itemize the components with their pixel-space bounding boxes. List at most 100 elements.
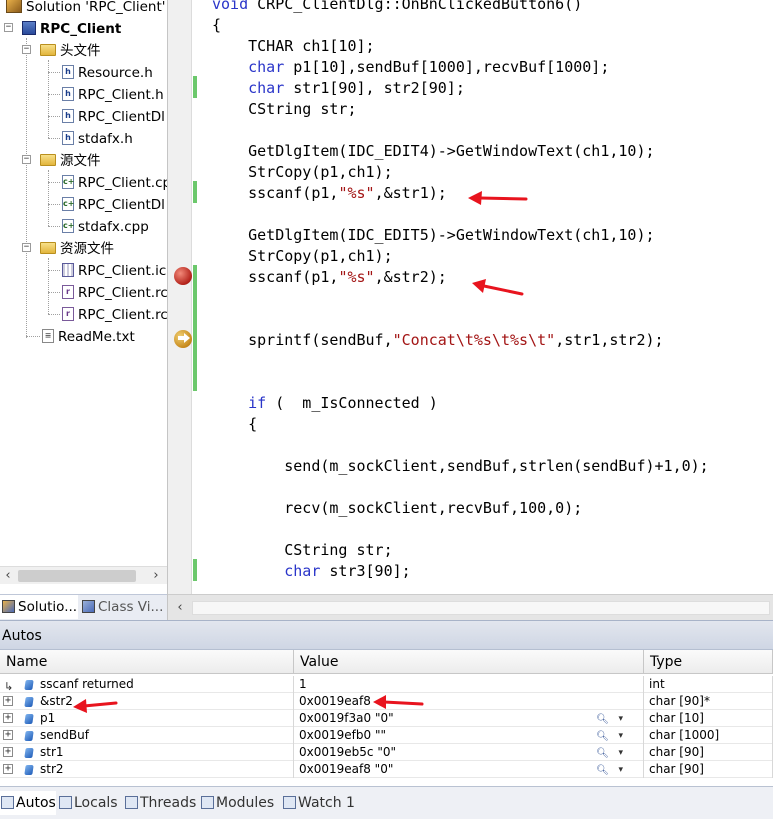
collapse-toggle-icon[interactable]: −	[22, 243, 31, 252]
autos-row[interactable]: + str2 0x0019eaf8 "0" 🔍︎ ▾ char [90]	[0, 761, 773, 778]
code-line[interactable]: send(m_sockClient,sendBuf,strlen(sendBuf…	[212, 456, 708, 477]
tab-locals[interactable]: Locals	[58, 791, 118, 815]
autos-cell-value[interactable]: 0x0019f3a0 "0" 🔍︎ ▾	[294, 710, 644, 727]
code-line[interactable]: GetDlgItem(IDC_EDIT4)->GetWindowText(ch1…	[212, 141, 654, 162]
code-line[interactable]: sscanf(p1,"%s",&str2);	[212, 267, 447, 288]
scroll-left-icon[interactable]: ‹	[0, 567, 16, 585]
text-visualizer-icon[interactable]: 🔍︎	[596, 762, 609, 778]
autos-row[interactable]: ↳ sscanf returned 1 int	[0, 676, 773, 693]
column-header-type[interactable]: Type	[644, 650, 773, 674]
scrollbar-thumb[interactable]	[192, 601, 770, 615]
code-line[interactable]: char str1[90], str2[90];	[212, 78, 465, 99]
code-line[interactable]: if ( m_IsConnected )	[212, 393, 438, 414]
tree-item-label: RPC_Client.cp	[78, 175, 168, 191]
expand-icon[interactable]: +	[3, 764, 13, 774]
tab-class-view[interactable]: Class Vi...	[80, 595, 166, 619]
tree-item-file[interactable]: h RPC_ClientDl	[62, 106, 165, 128]
code-line[interactable]: sprintf(sendBuf,"Concat\t%s\t%s\t",str1,…	[212, 330, 663, 351]
visualizer-dropdown-icon[interactable]: ▾	[618, 711, 623, 727]
variable-value: 0x0019eaf8	[299, 694, 371, 708]
tree-item-project[interactable]: RPC_Client	[22, 18, 121, 40]
code-line[interactable]: char p1[10],sendBuf[1000],recvBuf[1000];	[212, 57, 609, 78]
autos-cell-value[interactable]: 0x0019eaf8 "0" 🔍︎ ▾	[294, 761, 644, 778]
variable-value: 0x0019eaf8 "0"	[299, 762, 394, 776]
tab-solution-explorer[interactable]: Solutio...	[0, 595, 78, 619]
tab-modules[interactable]: Modules	[200, 791, 280, 815]
autos-cell-value[interactable]: 0x0019eaf8	[294, 693, 644, 710]
expand-icon[interactable]: +	[3, 747, 13, 757]
code-line[interactable]: sscanf(p1,"%s",&str1);	[212, 183, 447, 204]
expand-icon[interactable]: +	[3, 696, 13, 706]
code-line[interactable]: void CRPC_ClientDlg::OnBnClickedButton6(…	[212, 0, 582, 15]
code-line[interactable]: {	[212, 414, 257, 435]
autos-cell-type: int	[644, 676, 773, 693]
code-text: StrCopy(p1,ch1);	[212, 163, 393, 181]
scroll-right-icon[interactable]: ›	[148, 567, 164, 585]
tree-item-file[interactable]: c+ stdafx.cpp	[62, 216, 149, 238]
tree-item-file[interactable]: h Resource.h	[62, 62, 153, 84]
autos-cell-value[interactable]: 0x0019eb5c "0" 🔍︎ ▾	[294, 744, 644, 761]
tree-item-file[interactable]: h RPC_Client.h	[62, 84, 164, 106]
tree-item-file[interactable]: r RPC_Client.rc	[62, 304, 167, 326]
autos-cell-value[interactable]: 0x0019efb0 "" 🔍︎ ▾	[294, 727, 644, 744]
code-line[interactable]: CString str;	[212, 99, 356, 120]
code-line[interactable]: TCHAR ch1[10];	[212, 36, 374, 57]
tree-item-source-folder[interactable]: 源文件	[40, 150, 101, 172]
autos-cell-value[interactable]: 1	[294, 676, 644, 693]
expand-icon[interactable]: +	[3, 730, 13, 740]
autos-row[interactable]: + sendBuf 0x0019efb0 "" 🔍︎ ▾ char [1000]	[0, 727, 773, 744]
header-file-icon: h	[62, 109, 74, 123]
solution-explorer-tab-icon	[2, 600, 15, 613]
autos-row[interactable]: + str1 0x0019eb5c "0" 🔍︎ ▾ char [90]	[0, 744, 773, 761]
code-line[interactable]: StrCopy(p1,ch1);	[212, 162, 393, 183]
text-visualizer-icon[interactable]: 🔍︎	[596, 745, 609, 761]
code-text: ,&str2);	[374, 268, 447, 286]
tree-item-label: RPC_Client	[40, 21, 122, 37]
expand-icon[interactable]: +	[3, 713, 13, 723]
breakpoint-icon[interactable]	[174, 267, 192, 285]
tree-item-file[interactable]: c+ RPC_ClientDl	[62, 194, 165, 216]
horizontal-scrollbar[interactable]: ‹ ›	[0, 566, 167, 585]
code-line[interactable]: StrCopy(p1,ch1);	[212, 246, 393, 267]
variable-name: sscanf returned	[40, 677, 134, 691]
text-visualizer-icon[interactable]: 🔍︎	[596, 711, 609, 727]
tree-item-file[interactable]: r RPC_Client.rc	[62, 282, 167, 304]
visualizer-dropdown-icon[interactable]: ▾	[618, 762, 623, 778]
variable-value: 0x0019eb5c "0"	[299, 745, 396, 759]
variable-value: 0x0019efb0 ""	[299, 728, 386, 742]
tree-item-resource-folder[interactable]: 资源文件	[40, 238, 114, 260]
editor-gutter[interactable]	[168, 0, 192, 594]
tab-autos[interactable]: Autos	[0, 791, 56, 815]
tree-item-header-folder[interactable]: 头文件	[40, 40, 101, 62]
code-line[interactable]: CString str;	[212, 540, 392, 561]
code-line[interactable]: GetDlgItem(IDC_EDIT5)->GetWindowText(ch1…	[212, 225, 654, 246]
tree-item-file[interactable]: ≡ ReadMe.txt	[42, 326, 135, 348]
variable-icon	[24, 748, 34, 758]
tree-item-solution[interactable]: Solution 'RPC_Client' (	[6, 0, 167, 18]
code-line[interactable]: recv(m_sockClient,recvBuf,100,0);	[212, 498, 582, 519]
visualizer-dropdown-icon[interactable]: ▾	[618, 728, 623, 744]
code-keyword: char	[248, 79, 285, 97]
editor-horizontal-scrollbar[interactable]: ‹	[168, 594, 773, 620]
column-header-name[interactable]: Name	[0, 650, 294, 674]
solution-explorer: Solution 'RPC_Client' ( − RPC_Client − 头…	[0, 0, 168, 620]
tree-item-file[interactable]: c+ RPC_Client.cp	[62, 172, 168, 194]
visualizer-dropdown-icon[interactable]: ▾	[618, 745, 623, 761]
tree-item-file[interactable]: RPC_Client.ic	[62, 260, 166, 282]
tree-item-file[interactable]: h stdafx.h	[62, 128, 133, 150]
collapse-toggle-icon[interactable]: −	[22, 155, 31, 164]
tree-line	[48, 72, 60, 73]
tab-threads[interactable]: Threads	[124, 791, 196, 815]
scrollbar-thumb[interactable]	[18, 570, 136, 582]
code-text: sscanf(p1,	[212, 268, 339, 286]
collapse-toggle-icon[interactable]: −	[22, 45, 31, 54]
collapse-toggle-icon[interactable]: −	[4, 23, 13, 32]
scroll-left-icon[interactable]: ‹	[172, 599, 188, 617]
text-visualizer-icon[interactable]: 🔍︎	[596, 728, 609, 744]
column-header-value[interactable]: Value	[294, 650, 644, 674]
autos-cell-type: char [90]	[644, 761, 773, 778]
code-line[interactable]: char str3[90];	[212, 561, 410, 582]
tab-watch-1[interactable]: Watch 1	[282, 791, 355, 815]
code-line[interactable]: {	[212, 15, 221, 36]
annotation-arrow-icon	[73, 699, 118, 713]
